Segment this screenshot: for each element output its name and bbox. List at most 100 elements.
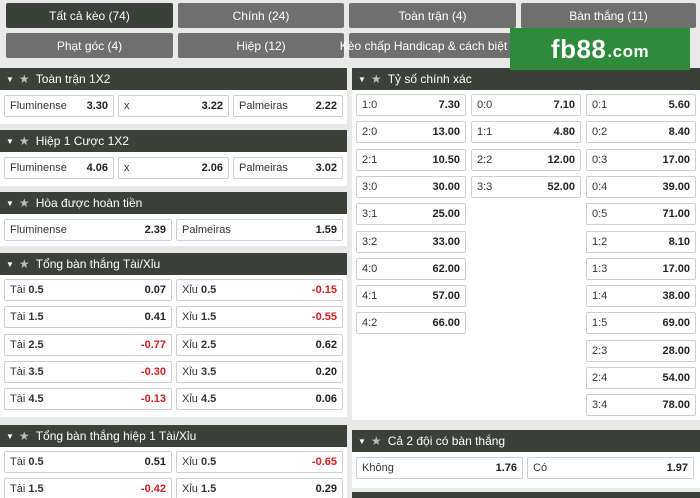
score-label: 2:3 — [592, 344, 608, 357]
star-icon[interactable]: ★ — [19, 196, 30, 210]
tab-handicap[interactable]: Kèo chấp Handicap & cách biệt (3) — [340, 33, 525, 58]
odds-yes[interactable]: Có 1.97 — [527, 457, 694, 479]
panel-title: Cả 2 đội có bàn thắng — [387, 434, 506, 448]
odds-score[interactable]: 1:5 69.00 — [586, 312, 696, 335]
odds-away[interactable]: Palmeiras 3.02 — [233, 157, 343, 179]
odds-under[interactable]: Xỉu 2.5 0.62 — [176, 333, 343, 356]
odds-score[interactable]: 3:4 78.00 — [586, 394, 696, 417]
odd-value: 10.50 — [432, 153, 460, 166]
odds-under[interactable]: Xỉu 3.5 0.20 — [176, 360, 343, 383]
odds-under[interactable]: Xỉu 1.5 0.29 — [176, 478, 343, 498]
odds-home[interactable]: Fluminense 3.30 — [4, 95, 114, 117]
odds-over[interactable]: Tài 1.5 0.41 — [4, 306, 172, 329]
odd-value: 7.30 — [438, 99, 460, 111]
odds-home[interactable]: Fluminense 4.06 — [4, 157, 114, 179]
star-icon[interactable]: ★ — [19, 257, 30, 271]
odds-score[interactable]: 3:0 30.00 — [356, 175, 466, 198]
odds-no[interactable]: Không 1.76 — [356, 457, 523, 479]
odds-score[interactable]: 2:0 13.00 — [356, 121, 466, 144]
odds-draw[interactable]: x 3.22 — [118, 95, 229, 117]
odds-under[interactable]: Xỉu 0.5 -0.15 — [176, 279, 343, 301]
star-icon[interactable]: ★ — [19, 429, 30, 443]
odd-value: 0.29 — [315, 483, 337, 496]
odds-score[interactable]: 2:3 28.00 — [586, 339, 696, 362]
panel-header[interactable]: ▼ ★ Hiệp 1 Cược 1X2 — [0, 130, 347, 152]
star-icon[interactable]: ★ — [371, 72, 382, 86]
odd-value: 30.00 — [432, 180, 460, 193]
score-label: 2:1 — [362, 153, 378, 166]
score-label: 0:3 — [592, 153, 608, 166]
star-icon[interactable]: ★ — [19, 134, 30, 148]
panel-header[interactable]: ▼ ★ Hòa được hoàn tiền — [0, 192, 347, 214]
panel-full-1x2: ▼ ★ Toàn trận 1X2 Fluminense 3.30 x 3.22 P… — [0, 68, 347, 124]
odds-score[interactable]: 1:0 7.30 — [356, 94, 466, 116]
odds-score[interactable]: 1:2 8.10 — [586, 230, 696, 253]
odds-away[interactable]: Palmeiras 1.59 — [176, 219, 343, 241]
odds-under[interactable]: Xỉu 1.5 -0.55 — [176, 306, 343, 329]
score-label: 4:1 — [362, 290, 378, 303]
odds-score[interactable]: 2:2 12.00 — [471, 148, 581, 171]
odds-over[interactable]: Tài 2.5 -0.77 — [4, 333, 172, 356]
odds-over[interactable]: Tài 4.5 -0.13 — [4, 388, 172, 411]
odds-score[interactable]: 4:0 62.00 — [356, 257, 466, 280]
panel-title: Toàn trận 1X2 — [35, 72, 111, 86]
tab-corners[interactable]: Phạt góc (4) — [6, 33, 173, 58]
odd-value: 4.06 — [86, 162, 108, 174]
caret-down-icon: ▼ — [6, 431, 14, 441]
odds-score[interactable]: 3:2 33.00 — [356, 230, 466, 253]
under-label: Xỉu 0.5 — [182, 284, 216, 296]
odds-score[interactable]: 1:4 38.00 — [586, 285, 696, 308]
odds-over[interactable]: Tài 1.5 -0.42 — [4, 478, 172, 498]
odd-value: 1.76 — [495, 462, 517, 474]
odds-score[interactable]: 2:1 10.50 — [356, 148, 466, 171]
goal-line: 4.5 — [200, 393, 217, 406]
odd-value: 0.06 — [315, 393, 337, 406]
odds-score[interactable]: 0:2 8.40 — [586, 121, 696, 144]
odds-under[interactable]: Xỉu 0.5 -0.65 — [176, 451, 343, 473]
odds-over[interactable]: Tài 0.5 0.07 — [4, 279, 172, 301]
odds-score[interactable]: 0:0 7.10 — [471, 94, 581, 116]
panel-header[interactable]: ▼ ★ Tổng bàn thắng hiệp 1 Tài/Xỉu — [0, 425, 347, 447]
odds-score[interactable]: 0:3 17.00 — [586, 148, 696, 171]
odds-score[interactable]: 3:1 25.00 — [356, 203, 466, 226]
panel-header[interactable]: ▼ ★ Cả 2 đội có bàn thắng — [352, 430, 700, 452]
option-name: Có — [533, 462, 548, 474]
odds-score[interactable]: 4:1 57.00 — [356, 285, 466, 308]
tab-halves[interactable]: Hiệp (12) — [178, 33, 344, 58]
odds-score[interactable]: 4:2 66.00 — [356, 312, 466, 335]
odd-value: -0.77 — [140, 338, 166, 351]
odds-score[interactable]: 0:5 71.00 — [586, 203, 696, 226]
odds-over[interactable]: Tài 3.5 -0.30 — [4, 360, 172, 383]
odds-score[interactable]: 2:4 54.00 — [586, 367, 696, 389]
under-text: Xỉu — [182, 365, 198, 378]
star-icon[interactable]: ★ — [371, 434, 382, 448]
odds-score[interactable]: 3:3 52.00 — [471, 175, 581, 198]
team-name: Palmeiras — [182, 224, 231, 236]
tab-goals[interactable]: Bàn thắng (11) — [521, 3, 696, 28]
odds-over[interactable]: Tài 0.5 0.51 — [4, 451, 172, 473]
odds-home[interactable]: Fluminense 2.39 — [4, 219, 172, 241]
odds-score[interactable]: 0:4 39.00 — [586, 175, 696, 198]
odd-value: 25.00 — [432, 208, 460, 221]
under-label: Xỉu 3.5 — [182, 366, 216, 378]
over-label: Tài 2.5 — [10, 339, 44, 351]
odd-value: 66.00 — [432, 317, 460, 330]
tab-full-match[interactable]: Toàn trận (4) — [349, 3, 516, 28]
odds-score[interactable]: 1:1 4.80 — [471, 121, 581, 144]
odds-score[interactable]: 1:3 17.00 — [586, 257, 696, 280]
score-label: 4:0 — [362, 262, 378, 275]
panel-header[interactable]: ▼ ★ Tổng bàn thắng Tài/Xỉu — [0, 253, 347, 275]
odds-under[interactable]: Xỉu 4.5 0.06 — [176, 388, 343, 411]
panel-header[interactable]: ▼ ★ Tỷ số chính xác — [352, 68, 700, 90]
star-icon[interactable]: ★ — [19, 72, 30, 86]
caret-down-icon: ▼ — [6, 136, 14, 146]
score-label: 3:3 — [477, 180, 493, 193]
odds-score[interactable]: 0:1 5.60 — [586, 94, 696, 116]
tab-all-markets[interactable]: Tất cả kèo (74) — [6, 3, 173, 28]
panel-header[interactable]: ▼ ★ Toàn trận 1X2 — [0, 68, 347, 90]
panel-draw-no-bet: ▼ ★ Hòa được hoàn tiền Fluminense 2.39 Pa… — [0, 192, 347, 246]
tab-main[interactable]: Chính (24) — [178, 3, 344, 28]
odds-draw[interactable]: x 2.06 — [118, 157, 229, 179]
odds-away[interactable]: Palmeiras 2.22 — [233, 95, 343, 117]
over-text: Tài — [10, 365, 26, 378]
